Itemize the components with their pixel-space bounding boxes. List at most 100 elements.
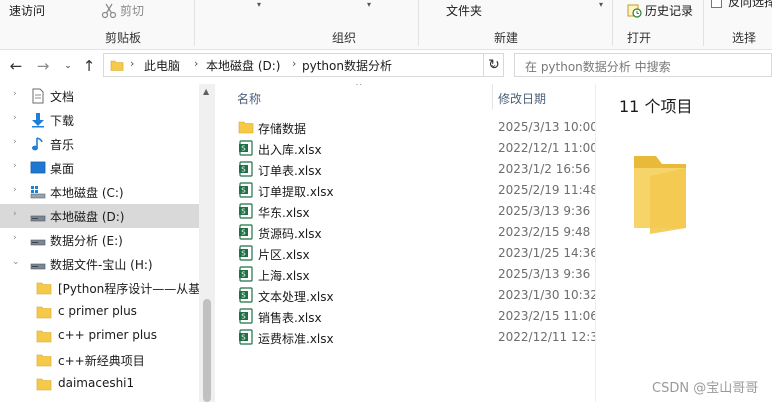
ribbon-divider [703, 0, 704, 46]
file-name: 运费标准.xlsx [258, 332, 334, 346]
chevron-down-icon[interactable]: ▾ [367, 0, 371, 9]
recent-locations-chevron-icon[interactable]: ⌄ [58, 56, 78, 76]
file-row[interactable]: S 订单提取.xlsx 2025/2/19 11:48 [215, 180, 595, 201]
nav-item-music[interactable]: › 音乐 [0, 132, 199, 156]
folder-icon [36, 306, 52, 319]
chevron-down-icon[interactable]: ▾ [599, 0, 603, 9]
chevron-right-icon[interactable]: › [292, 57, 296, 70]
drive-icon [30, 263, 46, 270]
scrollbar-thumb[interactable] [203, 299, 211, 402]
breadcrumb-this-pc[interactable]: 此电脑 [144, 57, 180, 74]
music-icon [32, 137, 43, 151]
quick-access-button[interactable]: 速访问 [9, 2, 45, 19]
nav-item-folder[interactable]: c primer plus [0, 300, 199, 324]
file-row[interactable]: S 华东.xlsx 2025/3/13 9:36 [215, 201, 595, 222]
chevron-right-icon[interactable]: › [13, 185, 17, 195]
invert-selection-button[interactable]: 反向选择 [728, 0, 772, 10]
excel-file-icon: S [238, 224, 254, 240]
refresh-icon[interactable]: ↻ [486, 57, 502, 73]
folder-icon [36, 354, 52, 367]
nav-item-folder[interactable]: c++ primer plus [0, 324, 199, 348]
chevron-right-icon[interactable]: › [13, 89, 17, 99]
nav-item-drive-d[interactable]: › 本地磁盘 (D:) [0, 204, 199, 228]
file-row[interactable]: S 订单表.xlsx 2023/1/2 16:56 [215, 159, 595, 180]
nav-scrollbar[interactable]: ▲ [199, 84, 215, 402]
excel-file-icon: S [238, 308, 254, 324]
watermark: CSDN @宝山哥哥 [652, 381, 759, 396]
nav-item-label: 数据文件-宝山 (H:) [50, 258, 153, 272]
desktop-icon [30, 161, 46, 174]
folder-icon [36, 378, 52, 391]
folder-icon [238, 119, 254, 135]
scroll-up-icon[interactable]: ▲ [203, 87, 209, 96]
nav-item-documents[interactable]: › 文档 [0, 84, 199, 108]
nav-item-drive-e[interactable]: › 数据分析 (E:) [0, 228, 199, 252]
back-arrow-icon[interactable]: ← [6, 56, 26, 76]
preview-pane: 11 个项目 [595, 84, 772, 402]
excel-file-icon: S [238, 161, 254, 177]
new-group-label: 新建 [494, 31, 519, 45]
nav-item-label: c++新经典项目 [58, 354, 145, 368]
file-row[interactable]: S 文本处理.xlsx 2023/1/30 10:32 [215, 285, 595, 306]
new-folder-button[interactable]: 文件夹 [446, 2, 482, 19]
chevron-down-icon[interactable]: ▾ [257, 0, 261, 9]
svg-text:S: S [241, 229, 246, 237]
navigation-pane: › 文档 › 下载 › 音乐 › 桌面 › 本地磁盘 (C:) › 本地磁盘 (… [0, 84, 215, 402]
chevron-right-icon[interactable]: › [13, 137, 17, 147]
nav-item-folder[interactable]: c++新经典项目 [0, 348, 199, 372]
breadcrumb-current-folder[interactable]: python数据分析 [302, 57, 392, 74]
address-toolbar: ← → ⌄ ↑ › 此电脑 › 本地磁盘 (D:) › python数据分析 ⌄… [0, 50, 772, 82]
nav-item-folder[interactable]: daimaceshi1 [0, 372, 199, 396]
file-row[interactable]: S 运费标准.xlsx 2022/12/11 12:3 [215, 327, 595, 348]
column-header-modified[interactable]: 修改日期 [498, 90, 546, 107]
chevron-right-icon[interactable]: › [13, 161, 17, 171]
sort-ascending-icon: ^ [355, 84, 363, 92]
history-icon [627, 4, 642, 18]
chevron-right-icon[interactable]: › [13, 113, 17, 123]
file-row[interactable]: S 货源码.xlsx 2023/2/15 9:48 [215, 222, 595, 243]
search-input[interactable]: 在 python数据分析 中搜索 [514, 53, 772, 77]
nav-item-drive-h[interactable]: ⌄ 数据文件-宝山 (H:) [0, 252, 199, 276]
nav-item-drive-c[interactable]: › 本地磁盘 (C:) [0, 180, 199, 204]
excel-file-icon: S [238, 182, 254, 198]
column-divider[interactable] [492, 84, 493, 110]
nav-item-label: 桌面 [50, 162, 75, 176]
file-row[interactable]: S 销售表.xlsx 2023/2/15 11:06 [215, 306, 595, 327]
file-modified-date: 2025/3/13 10:00 [498, 120, 595, 134]
chevron-right-icon[interactable]: › [194, 57, 198, 70]
up-arrow-icon[interactable]: ↑ [79, 56, 99, 76]
ribbon-divider [612, 0, 613, 46]
nav-item-desktop[interactable]: › 桌面 [0, 156, 199, 180]
cut-button[interactable]: 剪切 [120, 2, 144, 19]
address-bar[interactable]: › 此电脑 › 本地磁盘 (D:) › python数据分析 [103, 53, 484, 77]
nav-item-label: 本地磁盘 (C:) [50, 186, 124, 200]
chevron-down-icon[interactable]: ⌄ [12, 257, 20, 267]
file-modified-date: 2023/2/15 9:48 [498, 225, 591, 239]
chevron-right-icon[interactable]: › [130, 57, 134, 70]
folder-icon [36, 330, 52, 343]
nav-item-downloads[interactable]: › 下载 [0, 108, 199, 132]
file-row[interactable]: S 上海.xlsx 2025/3/13 9:36 [215, 264, 595, 285]
drive-c-icon [30, 186, 46, 199]
chevron-right-icon[interactable]: › [13, 209, 17, 219]
file-modified-date: 2023/2/15 11:06 [498, 309, 595, 323]
nav-item-folder[interactable]: [Python程序设计——从基 [0, 276, 200, 300]
column-header-name[interactable]: 名称 [237, 90, 261, 107]
nav-item-label: 下载 [50, 114, 75, 128]
breadcrumb-drive-d[interactable]: 本地磁盘 (D:) [206, 57, 280, 74]
forward-arrow-icon[interactable]: → [33, 56, 53, 76]
file-list: ^ 名称 修改日期 存储数据 2025/3/13 10:00 S 出入库.xlsx 20… [215, 84, 595, 402]
folder-row[interactable]: 存储数据 2025/3/13 10:00 [215, 117, 595, 138]
history-button[interactable]: 历史记录 [645, 2, 693, 19]
file-row[interactable]: S 片区.xlsx 2023/1/25 14:36 [215, 243, 595, 264]
excel-file-icon: S [238, 245, 254, 261]
file-name: 片区.xlsx [258, 248, 310, 262]
nav-item-label: 音乐 [50, 138, 75, 152]
file-name: 出入库.xlsx [258, 143, 322, 157]
file-row[interactable]: S 出入库.xlsx 2022/12/1 11:00 [215, 138, 595, 159]
item-count: 11 个项目 [619, 97, 693, 116]
file-name: 华东.xlsx [258, 206, 310, 220]
svg-text:S: S [241, 187, 246, 195]
excel-file-icon: S [238, 203, 254, 219]
chevron-right-icon[interactable]: › [13, 233, 17, 243]
